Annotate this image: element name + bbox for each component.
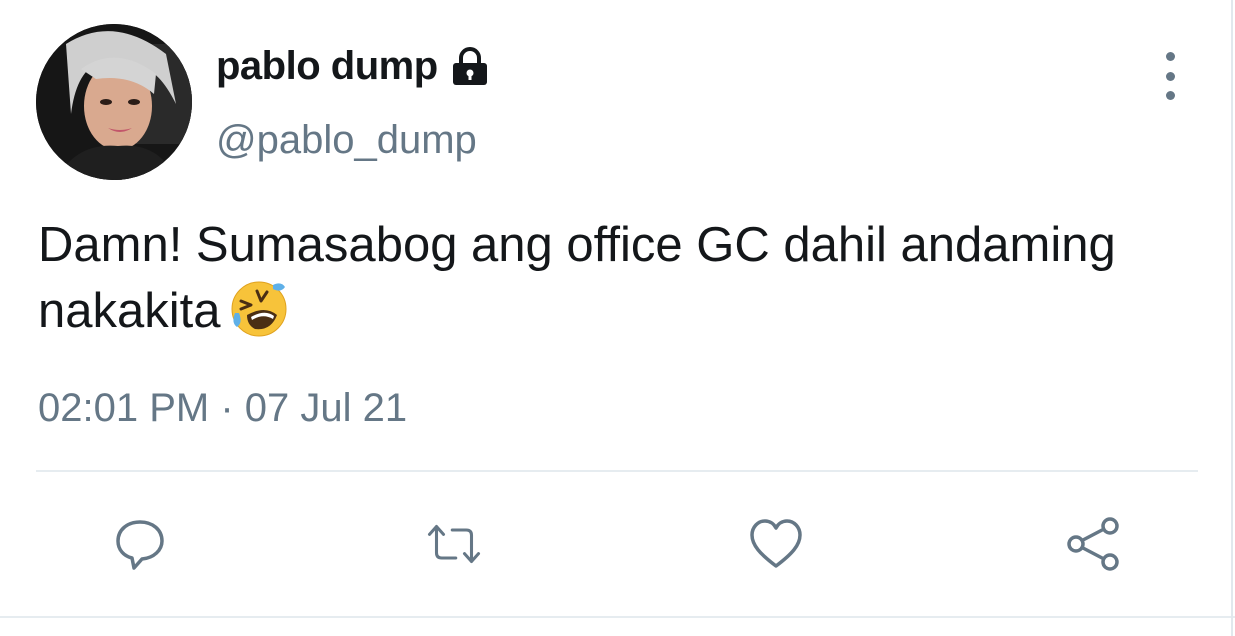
laughing-emoji-icon — [229, 279, 289, 339]
divider — [36, 470, 1198, 472]
more-dot-icon — [1165, 52, 1175, 61]
timestamp-separator: · — [220, 386, 234, 430]
like-button[interactable] — [748, 516, 804, 572]
display-name-row: pablo dump — [216, 44, 492, 89]
more-options-button[interactable] — [1150, 52, 1190, 100]
share-icon — [1067, 517, 1119, 571]
tweet-timestamp: 02:01 PM · 07 Jul 21 — [38, 386, 407, 431]
reply-button[interactable] — [112, 516, 168, 572]
retweet-button[interactable] — [426, 516, 482, 572]
avatar[interactable] — [36, 24, 192, 180]
user-handle[interactable]: @pablo_dump — [216, 118, 477, 163]
tweet-time: 02:01 PM — [38, 386, 210, 430]
lock-icon — [448, 45, 492, 89]
more-dot-icon — [1165, 91, 1175, 100]
right-border — [1231, 0, 1233, 636]
tweet-date: 07 Jul 21 — [244, 386, 408, 430]
display-name[interactable]: pablo dump — [216, 44, 438, 89]
tweet-text-container: Damn! Sumasabog ang office GC dahil anda… — [38, 212, 1188, 344]
heart-icon — [750, 519, 802, 568]
tweet-text: Damn! Sumasabog ang office GC dahil anda… — [38, 218, 1116, 338]
retweet-icon — [427, 524, 481, 564]
avatar-photo — [36, 24, 192, 180]
reply-icon — [116, 520, 164, 570]
share-button[interactable] — [1066, 516, 1122, 572]
bottom-divider — [0, 616, 1235, 618]
more-dot-icon — [1165, 71, 1175, 81]
